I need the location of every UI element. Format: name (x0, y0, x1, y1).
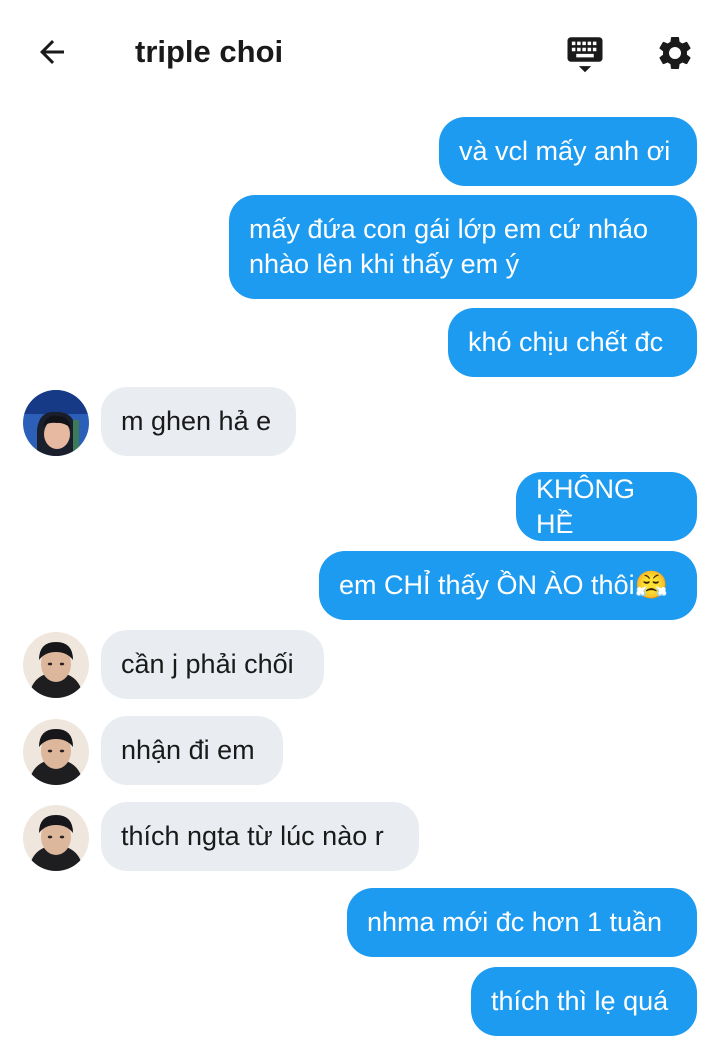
message-bubble-incoming[interactable]: cần j phải chối (101, 630, 324, 699)
message-bubble-outgoing[interactable]: thích thì lẹ quá (471, 967, 697, 1036)
message-bubble-incoming[interactable]: thích ngta từ lúc nào r (101, 802, 419, 871)
message-bubble-incoming[interactable]: nhận đi em (101, 716, 283, 785)
message-bubble-outgoing[interactable]: và vcl mấy anh ơi (439, 117, 697, 186)
message-bubble-incoming[interactable]: m ghen hả e (101, 387, 296, 456)
avatar[interactable] (23, 805, 89, 871)
avatar[interactable] (23, 719, 89, 785)
gear-icon (659, 36, 691, 69)
avatar-photo-icon (23, 719, 89, 785)
message-bubble-outgoing[interactable]: nhma mới đc hơn 1 tuần (347, 888, 697, 957)
keyboard-icon (567, 37, 603, 73)
message-bubble-outgoing[interactable]: mấy đứa con gái lớp em cứ nháo nhào lên … (229, 195, 697, 299)
arrow-left-icon (40, 40, 64, 64)
avatar-photo-icon (23, 632, 89, 698)
conversation-title: triple choi (135, 34, 284, 69)
message-bubble-outgoing[interactable]: em CHỈ thấy ỒN ÀO thôi😤 (319, 551, 697, 620)
chat-header: triple choi (0, 0, 720, 104)
message-bubble-outgoing[interactable]: khó chịu chết đc (448, 308, 697, 377)
back-button[interactable] (28, 28, 76, 76)
avatar-photo-icon (23, 805, 89, 871)
keyboard-button[interactable] (560, 28, 610, 78)
message-bubble-outgoing[interactable]: KHÔNG HỀ (516, 472, 697, 541)
avatar[interactable] (23, 390, 89, 456)
settings-button[interactable] (650, 28, 700, 78)
avatar[interactable] (23, 632, 89, 698)
avatar-photo-icon (23, 390, 89, 456)
